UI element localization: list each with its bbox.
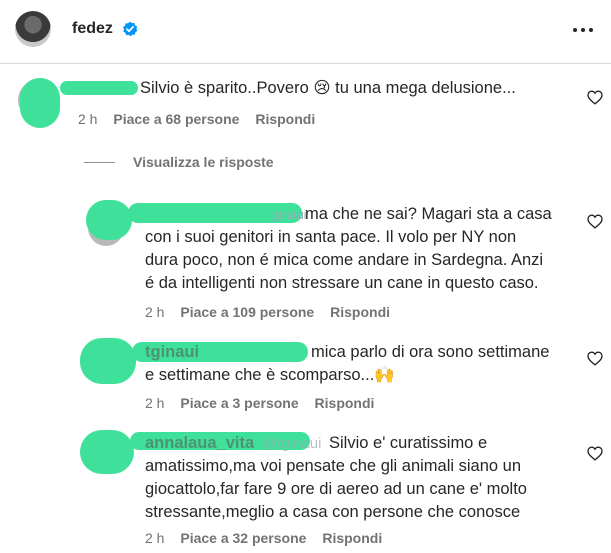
avatar[interactable] xyxy=(15,11,51,47)
like-heart-icon[interactable] xyxy=(587,90,603,105)
view-replies-button[interactable]: Visualizza le risposte xyxy=(133,154,274,170)
comment-time: 2 h xyxy=(78,111,98,127)
comment-meta: 2 h Piace a 32 persone Rispondi xyxy=(145,530,382,546)
comment-text: mica parlo di ora sono settimane e setti… xyxy=(145,343,550,384)
reply-button[interactable]: Rispondi xyxy=(315,395,375,411)
username[interactable]: fedez xyxy=(72,20,113,38)
verified-badge-icon xyxy=(123,21,138,37)
redacted-username xyxy=(86,200,132,240)
redacted-username xyxy=(20,78,60,128)
comment-meta: 2 h Piace a 109 persone Rispondi xyxy=(145,304,390,320)
likes-count[interactable]: Piace a 3 persone xyxy=(180,395,298,411)
redacted-username xyxy=(80,338,136,384)
replies-divider xyxy=(84,162,115,163)
likes-count[interactable]: Piace a 109 persone xyxy=(180,304,314,320)
comment-time: 2 h xyxy=(145,530,165,546)
comment-text: ma che ne sai? Magari sta a casa con i s… xyxy=(145,205,552,292)
reply-button[interactable]: Rispondi xyxy=(330,304,390,320)
comment-text: Silvio è sparito..Povero 😢 tu una mega d… xyxy=(140,79,516,97)
comment-time: 2 h xyxy=(145,304,165,320)
like-heart-icon[interactable] xyxy=(587,351,603,366)
redacted-username xyxy=(60,81,138,95)
likes-count[interactable]: Piace a 68 persone xyxy=(113,111,239,127)
reply-button[interactable]: Rispondi xyxy=(255,111,315,127)
more-options-icon[interactable] xyxy=(571,20,595,40)
likes-count[interactable]: Piace a 32 persone xyxy=(180,530,306,546)
like-heart-icon[interactable] xyxy=(587,446,603,461)
comment-text: Silvio e' curatissimo e amatissimo,ma vo… xyxy=(145,434,527,521)
redacted-username xyxy=(80,430,134,474)
reply-button[interactable]: Rispondi xyxy=(322,530,382,546)
like-heart-icon[interactable] xyxy=(587,214,603,229)
post-header: fedez xyxy=(0,0,611,64)
comment-meta: 2 h Piace a 68 persone Rispondi xyxy=(78,111,315,127)
comment-time: 2 h xyxy=(145,395,165,411)
comment-meta: 2 h Piace a 3 persone Rispondi xyxy=(145,395,374,411)
